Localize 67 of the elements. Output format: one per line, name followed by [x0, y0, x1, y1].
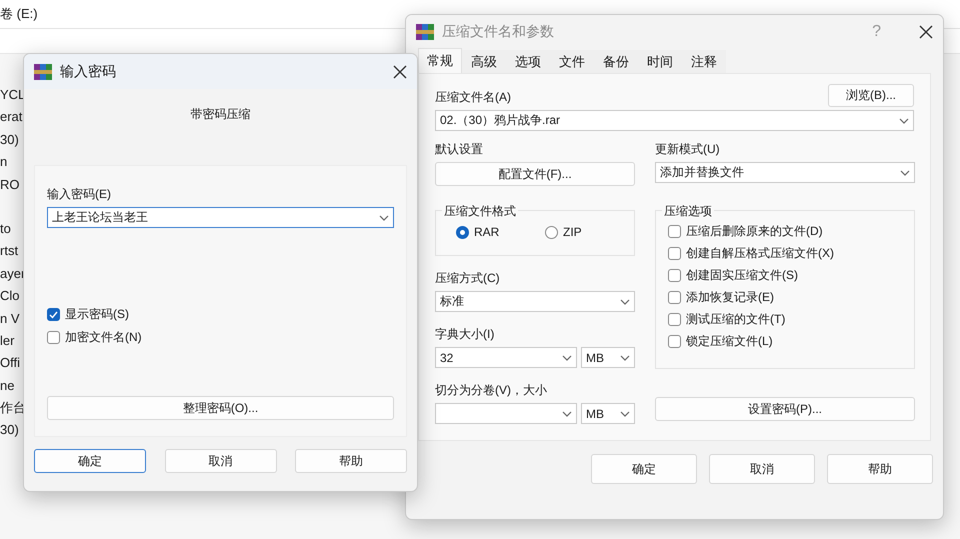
method-dropdown[interactable]: 标准	[435, 291, 635, 312]
field-label: 字典大小(I)	[435, 326, 496, 343]
checkbox[interactable]	[668, 247, 681, 260]
profiles-button[interactable]: 配置文件(F)...	[435, 162, 635, 186]
caret-icon	[562, 410, 572, 416]
checkbox-label: 显示密码(S)	[65, 306, 129, 323]
checkbox-label: 测试压缩的文件(T)	[686, 311, 786, 328]
tab[interactable]: 常规	[418, 48, 462, 73]
archive-app-icon	[34, 64, 52, 80]
group-label: 压缩选项	[662, 203, 714, 220]
caret-icon	[620, 354, 630, 360]
dialog-button[interactable]: 取消	[164, 449, 276, 473]
tab[interactable]: 备份	[594, 50, 638, 73]
update-mode-dropdown[interactable]: 添加并替换文件	[655, 162, 915, 183]
checkbox[interactable]	[47, 331, 60, 344]
checkbox[interactable]	[668, 225, 681, 238]
dialog-button[interactable]: 帮助	[295, 449, 407, 473]
dialog-heading: 带密码压缩	[190, 106, 252, 123]
field-label: 压缩文件名(A)	[435, 89, 511, 106]
caret-icon	[900, 170, 910, 176]
field-label: 默认设置	[435, 141, 484, 158]
radio-button[interactable]	[456, 226, 469, 238]
checkbox-label: 加密文件名(N)	[65, 329, 142, 346]
tab[interactable]: 时间	[638, 50, 682, 73]
checkbox[interactable]	[668, 313, 681, 326]
checkbox-label: 创建自解压格式压缩文件(X)	[686, 245, 834, 262]
tab[interactable]: 文件	[550, 50, 594, 73]
radio-button[interactable]	[545, 226, 558, 238]
checkbox-label: 添加恢复记录(E)	[686, 289, 774, 306]
archive-app-icon	[416, 24, 434, 40]
caret-icon	[620, 410, 630, 416]
checkbox[interactable]	[668, 335, 681, 348]
checkbox[interactable]	[47, 308, 60, 321]
caret-icon	[379, 214, 389, 220]
dialog-button[interactable]: 帮助	[827, 454, 933, 484]
browse-button[interactable]: 浏览(B)...	[828, 84, 914, 107]
organize-passwords-button[interactable]: 整理密码(O)...	[47, 396, 394, 420]
archive-name-field[interactable]: 02.（30）鸦片战争.rar	[435, 110, 914, 131]
group-label: 压缩文件格式	[442, 203, 518, 220]
unit-dropdown[interactable]: MB	[581, 403, 635, 424]
dictionary-size-dropdown[interactable]: 32	[435, 347, 577, 368]
close-icon[interactable]	[919, 25, 933, 39]
tab[interactable]: 注释	[682, 50, 726, 73]
tab[interactable]: 选项	[506, 50, 550, 73]
checkbox-label: 创建固实压缩文件(S)	[686, 267, 798, 284]
checkbox-label: 锁定压缩文件(L)	[686, 333, 773, 350]
checkbox-label: 压缩后删除原来的文件(D)	[686, 223, 823, 240]
caret-icon	[562, 354, 572, 360]
field-label: 输入密码(E)	[47, 186, 112, 203]
close-icon[interactable]	[393, 64, 407, 78]
field-label: 切分为分卷(V)，大小	[435, 382, 548, 399]
radio-label: RAR	[474, 225, 500, 239]
tab[interactable]: 高级	[462, 50, 506, 73]
field-label: 压缩方式(C)	[435, 270, 501, 287]
dialog-button[interactable]: 确定	[34, 449, 146, 473]
checkbox[interactable]	[668, 269, 681, 282]
password-field[interactable]: 上老王论坛当老王	[47, 207, 394, 228]
checkbox[interactable]	[668, 291, 681, 304]
unit-dropdown[interactable]: MB	[581, 347, 635, 368]
dialog-button[interactable]: 确定	[591, 454, 697, 484]
dialog-button[interactable]: 取消	[709, 454, 815, 484]
radio-label: ZIP	[563, 225, 582, 239]
dialog-title: 输入密码	[60, 62, 117, 80]
caret-icon	[620, 298, 630, 304]
field-label: 更新模式(U)	[655, 141, 721, 158]
set-password-button[interactable]: 设置密码(P)...	[655, 397, 915, 421]
caret-icon	[899, 118, 909, 124]
